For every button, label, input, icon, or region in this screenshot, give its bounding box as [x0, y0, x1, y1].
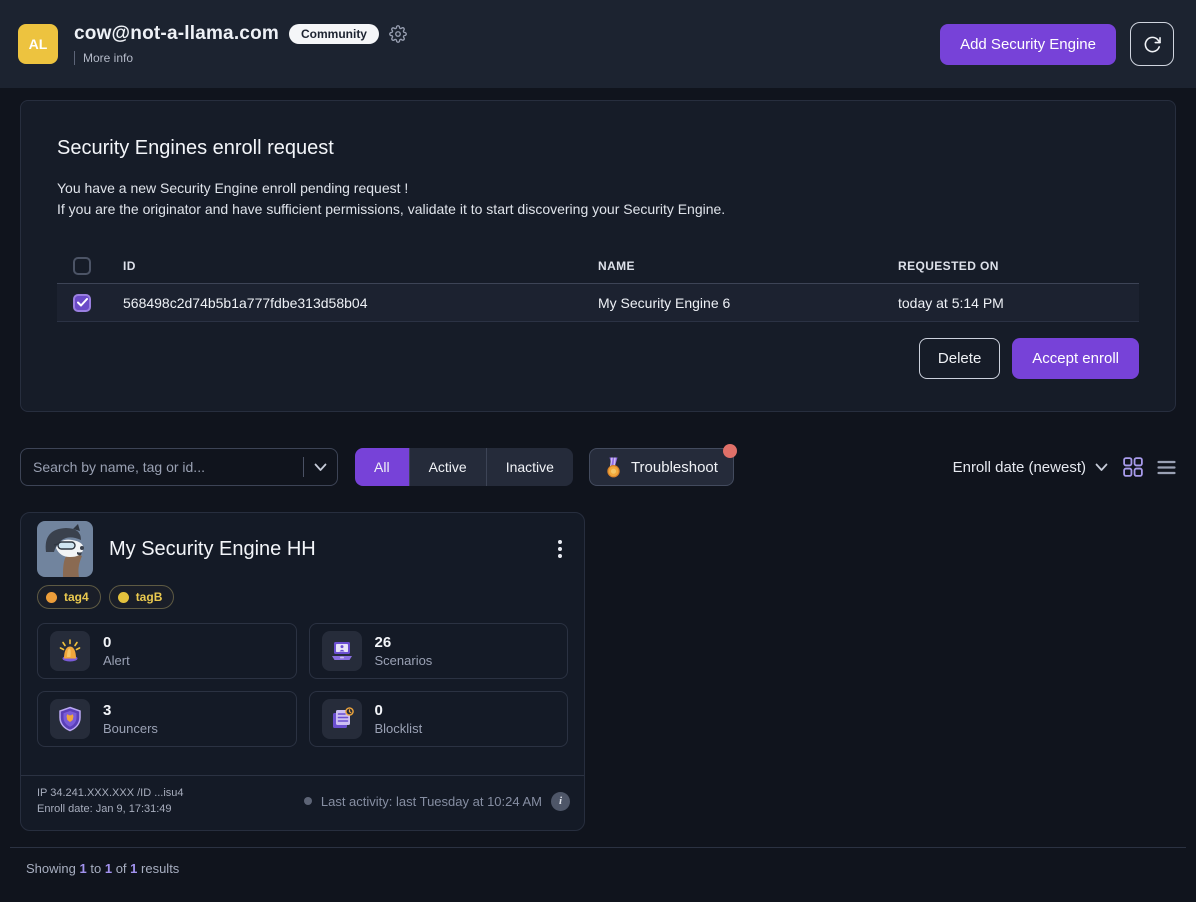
tag-label: tag4 [64, 590, 89, 604]
results-summary: Showing 1 to 1 of 1 results [26, 861, 1196, 876]
scenarios-icon [322, 631, 362, 671]
tab-active[interactable]: Active [409, 448, 486, 486]
check-icon [77, 298, 88, 307]
stat-tile-blocklist[interactable]: 0 Blocklist [309, 691, 569, 747]
row-id: 568498c2d74b5b1a777fdbe313d58b04 [123, 295, 598, 311]
status-filter-tabs: All Active Inactive [355, 448, 573, 486]
enroll-table-header: ID NAME REQUESTED ON [57, 248, 1139, 284]
tab-all[interactable]: All [355, 448, 409, 486]
more-info-divider [74, 51, 75, 65]
stat-tile-alert[interactable]: 0 Alert [37, 623, 297, 679]
sort-label: Enroll date (newest) [953, 459, 1086, 476]
row-requested-on: today at 5:14 PM [898, 295, 1139, 311]
results-start: 1 [80, 861, 87, 876]
tag-dot [46, 592, 57, 603]
stat-tile-bouncers[interactable]: 3 Bouncers [37, 691, 297, 747]
notification-dot [723, 444, 737, 458]
avatar-initials: AL [29, 36, 48, 52]
column-header-id: ID [123, 259, 598, 273]
app-header: AL cow@not-a-llama.com Community More in… [0, 0, 1196, 88]
stat-value: 26 [375, 633, 433, 652]
engine-name: My Security Engine HH [109, 538, 536, 561]
enroll-desc-line2: If you are the originator and have suffi… [57, 199, 1139, 220]
engine-card-footer: IP 34.241.XXX.XXX /ID ...isu4 Enroll dat… [21, 775, 584, 830]
more-info-link[interactable]: More info [74, 51, 407, 65]
search-box[interactable] [20, 448, 338, 486]
tag-badge[interactable]: tagB [109, 585, 175, 609]
plan-badge: Community [289, 24, 379, 44]
refresh-icon [1143, 35, 1162, 54]
results-divider [10, 847, 1186, 848]
results-text: Showing [26, 861, 76, 876]
chevron-down-icon[interactable] [314, 463, 327, 472]
enroll-request-card: Security Engines enroll request You have… [20, 100, 1176, 412]
engine-avatar [37, 521, 93, 577]
enroll-card-title: Security Engines enroll request [57, 137, 1139, 160]
more-info-label: More info [83, 51, 133, 65]
table-row[interactable]: 568498c2d74b5b1a777fdbe313d58b04 My Secu… [57, 284, 1139, 322]
stat-value: 3 [103, 701, 158, 720]
enroll-desc-line1: You have a new Security Engine enroll pe… [57, 178, 1139, 199]
column-header-name: NAME [598, 259, 898, 273]
account-identity: cow@not-a-llama.com Community More info [74, 23, 407, 65]
tag-dot [118, 592, 129, 603]
stat-label: Blocklist [375, 720, 423, 737]
stat-tile-scenarios[interactable]: 26 Scenarios [309, 623, 569, 679]
kebab-menu-icon[interactable] [552, 536, 568, 562]
llama-avatar-illustration [37, 521, 93, 577]
enroll-table: ID NAME REQUESTED ON 568498c2d74b5b1a777… [57, 248, 1139, 322]
sort-dropdown[interactable]: Enroll date (newest) [953, 459, 1108, 476]
filter-bar: All Active Inactive Troubleshoot Enroll … [20, 448, 1176, 486]
results-total: 1 [130, 861, 137, 876]
search-input[interactable] [33, 459, 293, 475]
engine-card[interactable]: My Security Engine HH tag4 tagB [20, 512, 585, 831]
stat-value: 0 [103, 633, 130, 652]
engine-ip-id: IP 34.241.XXX.XXX /ID ...isu4 [37, 785, 184, 801]
chevron-down-icon [1095, 463, 1108, 472]
blocklist-icon [322, 699, 362, 739]
refresh-button[interactable] [1130, 22, 1174, 66]
row-checkbox[interactable] [73, 294, 91, 312]
accept-enroll-button[interactable]: Accept enroll [1012, 338, 1139, 379]
results-text: of [116, 861, 127, 876]
alert-icon [50, 631, 90, 671]
results-text: to [90, 861, 101, 876]
avatar: AL [18, 24, 58, 64]
info-icon[interactable]: i [551, 792, 570, 811]
troubleshoot-label: Troubleshoot [631, 459, 718, 476]
results-end: 1 [105, 861, 112, 876]
last-activity-text: Last activity: last Tuesday at 10:24 AM [321, 794, 542, 809]
stat-label: Scenarios [375, 652, 433, 669]
select-all-checkbox[interactable] [73, 257, 91, 275]
tag-badge[interactable]: tag4 [37, 585, 101, 609]
delete-button[interactable]: Delete [919, 338, 1000, 379]
stat-value: 0 [375, 701, 423, 720]
engine-enroll-date: Enroll date: Jan 9, 17:31:49 [37, 801, 184, 817]
grid-view-icon[interactable] [1123, 457, 1143, 477]
bouncers-icon [50, 699, 90, 739]
list-view-icon[interactable] [1157, 460, 1176, 475]
tag-label: tagB [136, 590, 163, 604]
search-divider [303, 457, 304, 477]
account-title: cow@not-a-llama.com [74, 23, 279, 45]
medal-icon [605, 457, 622, 478]
row-name: My Security Engine 6 [598, 295, 898, 311]
stat-label: Bouncers [103, 720, 158, 737]
column-header-requested-on: REQUESTED ON [898, 259, 1139, 273]
gear-icon[interactable] [389, 25, 407, 43]
troubleshoot-button[interactable]: Troubleshoot [589, 448, 734, 486]
activity-status-dot [304, 797, 312, 805]
add-security-engine-button[interactable]: Add Security Engine [940, 24, 1116, 65]
stat-label: Alert [103, 652, 130, 669]
tab-inactive[interactable]: Inactive [486, 448, 573, 486]
results-text: results [141, 861, 179, 876]
